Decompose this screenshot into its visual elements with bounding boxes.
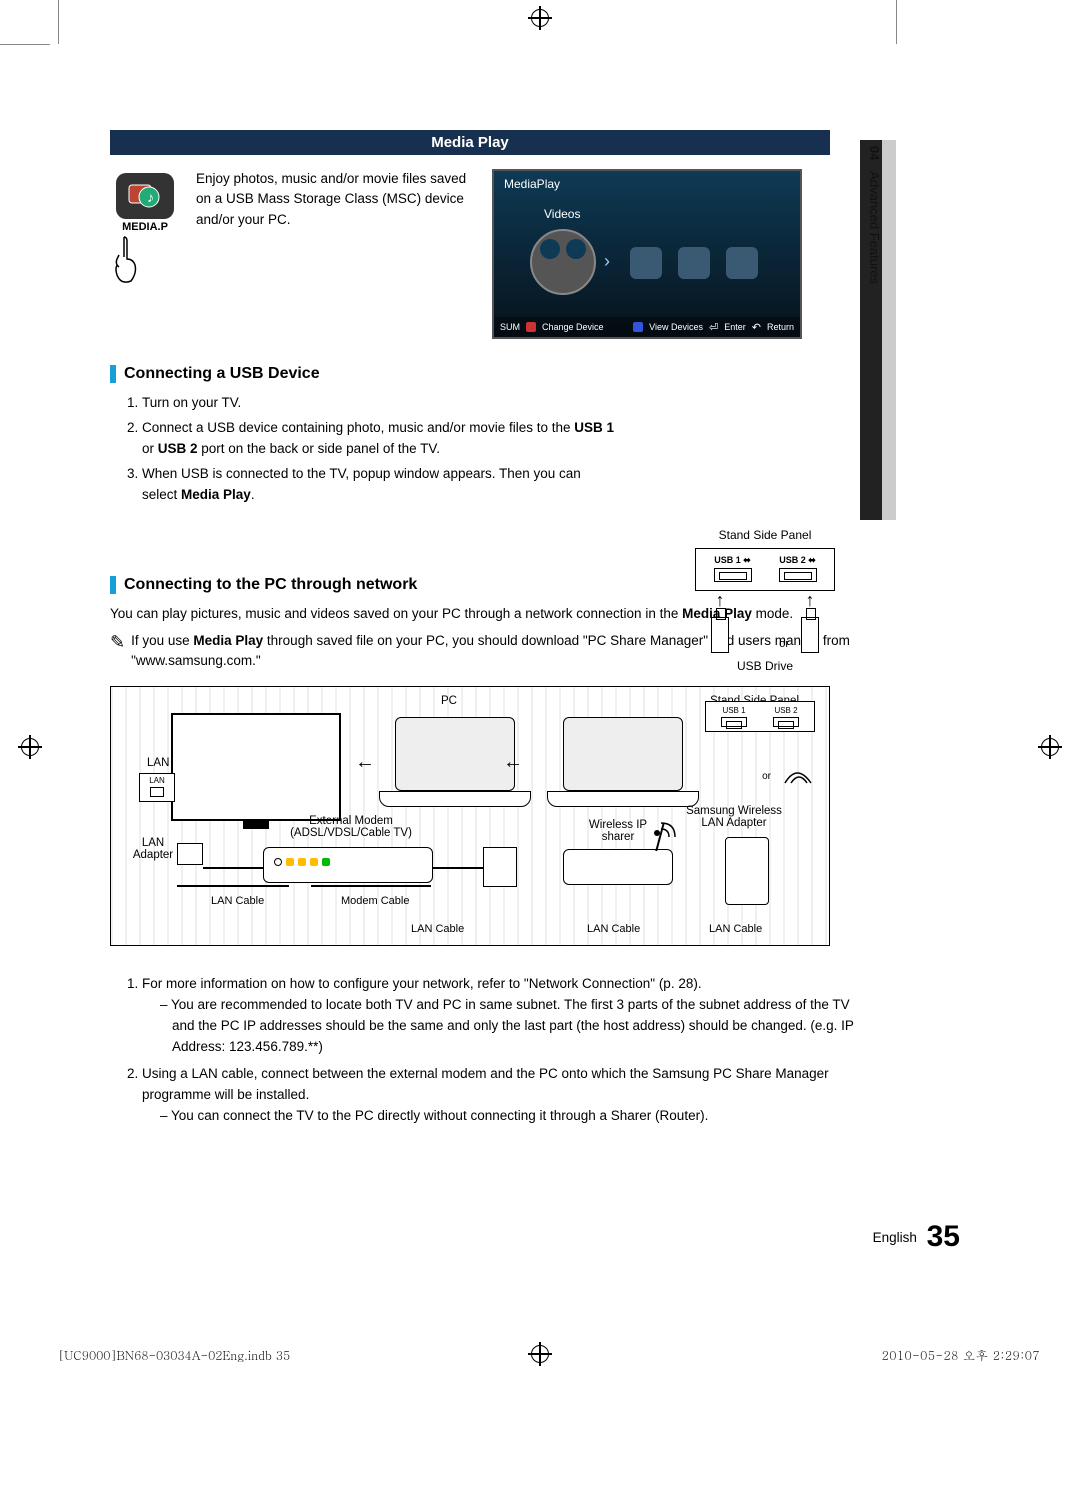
lan-cable-label: LAN Cable (709, 923, 762, 935)
usb-stick-icon (801, 617, 819, 653)
heading-marker-icon (110, 576, 116, 594)
lan-adapter-label: LANAdapter (123, 837, 183, 861)
stand-panel-mini: USB 1USB 2 (705, 701, 815, 732)
lan-cable-label: LAN Cable (411, 923, 464, 935)
reg-mark-right (1038, 735, 1062, 759)
sum-label: SUM (500, 322, 520, 332)
intro-text: Enjoy photos, music and/or movie files s… (196, 169, 476, 339)
sub-bullet: – You are recommended to locate both TV … (160, 995, 855, 1058)
cable-line (177, 885, 289, 887)
view-devices-label: View Devices (649, 322, 703, 332)
mediaplay-tv-screenshot: MediaPlay Videos › SUM Change Device Vie… (492, 169, 802, 339)
change-device-label: Change Device (542, 322, 604, 332)
side-tab-shadow (882, 140, 896, 520)
wireless-adapter-icon (725, 837, 769, 905)
enter-icon: ⏎ (709, 321, 718, 334)
list-item: Turn on your TV. (142, 393, 855, 414)
lan-adapter-icon (177, 843, 203, 865)
list-item: When USB is connected to the TV, popup w… (142, 464, 855, 506)
subsection-heading: Connecting a USB Device (110, 365, 855, 383)
tv-videos-label: Videos (544, 207, 580, 221)
wall-jack-icon (483, 847, 517, 887)
network-diagram: LAN LAN ← PC ← Stand Side Panel USB 1USB… (110, 686, 830, 946)
modem-icon (263, 847, 433, 883)
remote-button-illustration: ♪ MEDIA.P (110, 169, 180, 299)
tv-thumb-icon (630, 247, 662, 279)
list-item: Connect a USB device containing photo, m… (142, 418, 855, 460)
arrow-left-icon: ← (355, 751, 375, 774)
crop-line (58, 0, 59, 44)
tv-stand-icon (243, 819, 269, 829)
pc-label: PC (441, 695, 457, 707)
laptop-icon (395, 717, 515, 791)
laptop-icon (563, 717, 683, 791)
chapter-title: Advanced Features (867, 171, 882, 284)
tv-icon (171, 713, 341, 821)
cable-line (311, 885, 431, 887)
lan-label: LAN (147, 757, 169, 769)
cable-line (433, 867, 485, 869)
wireless-adapter-label: Samsung WirelessLAN Adapter (669, 805, 799, 829)
lan-cable-label: LAN Cable (211, 895, 264, 907)
tv-footer-bar: SUM Change Device View Devices ⏎ Enter ↶… (494, 317, 800, 337)
arrow-left-icon: ← (503, 751, 523, 774)
tv-thumb-icon (678, 247, 710, 279)
subsection-title: Connecting to the PC through network (124, 576, 417, 594)
chevron-right-icon: › (604, 251, 610, 272)
cable-line (203, 867, 271, 869)
note-icon: ✎ (110, 629, 125, 673)
usb1-port-label: USB 1 ⬌ (714, 555, 751, 566)
red-dot-icon (526, 322, 536, 332)
tv-thumb-icon (726, 247, 758, 279)
enter-label: Enter (724, 322, 746, 332)
modem-cable-label: Modem Cable (341, 895, 409, 907)
lan-port-icon: LAN (139, 773, 175, 802)
wireless-sharer-label: Wireless IPsharer (573, 819, 663, 843)
sub-bullet: – You can connect the TV to the PC direc… (160, 1106, 855, 1127)
blue-dot-icon (633, 322, 643, 332)
or-label: or (779, 638, 789, 650)
usb-port-icon (714, 568, 752, 582)
router-icon (563, 849, 673, 885)
print-footer-left: [UC9000]BN68-03034A-02Eng.indb 35 (58, 1347, 290, 1364)
hand-pointer-icon (110, 235, 140, 285)
usb2-port-label: USB 2 ⬌ (779, 555, 816, 566)
crop-line (0, 44, 50, 45)
laptop-base-icon (379, 791, 531, 807)
media-p-button-icon: ♪ (116, 173, 174, 219)
reg-mark-left (18, 735, 42, 759)
usb-stick-icon (711, 617, 729, 653)
stand-side-panel-figure: Stand Side Panel USB 1 ⬌ USB 2 ⬌ ↑ ↑ or … (675, 528, 855, 673)
svg-text:♪: ♪ (147, 189, 154, 205)
arrow-up-icon: ↑ (801, 591, 819, 609)
page-footer: English 35 (873, 1220, 960, 1254)
return-label: Return (767, 322, 794, 332)
wifi-icon (783, 767, 813, 787)
external-modem-label: External Modem(ADSL/VDSL/Cable TV) (281, 815, 421, 839)
list-item: For more information on how to configure… (142, 974, 855, 1058)
lan-cable-label: LAN Cable (587, 923, 640, 935)
heading-marker-icon (110, 365, 116, 383)
footer-page-number: 35 (927, 1220, 960, 1253)
side-tab-label: 04 Advanced Features (860, 140, 882, 284)
footer-language: English (873, 1230, 917, 1245)
remote-button-label: MEDIA.P (110, 221, 180, 233)
film-reel-icon (530, 229, 596, 295)
crop-line (896, 0, 897, 44)
reg-mark-top (528, 6, 552, 30)
arrow-up-icon: ↑ (711, 591, 729, 609)
subsection-title: Connecting a USB Device (124, 365, 320, 383)
usb-port-icon (779, 568, 817, 582)
list-item: Using a LAN cable, connect between the e… (142, 1064, 855, 1127)
chapter-number: 04 (867, 146, 882, 160)
section-header-bar: Media Play (110, 130, 830, 155)
reg-mark-bottom (528, 1342, 552, 1366)
tv-title: MediaPlay (504, 177, 560, 191)
stand-panel-title: Stand Side Panel (675, 528, 855, 542)
usb-drive-label: USB Drive (675, 659, 855, 673)
or-label: or (762, 771, 771, 782)
return-icon: ↶ (752, 321, 761, 334)
section-header-title: Media Play (431, 134, 509, 151)
print-footer-right: 2010-05-28 오후 2:29:07 (882, 1347, 1040, 1364)
